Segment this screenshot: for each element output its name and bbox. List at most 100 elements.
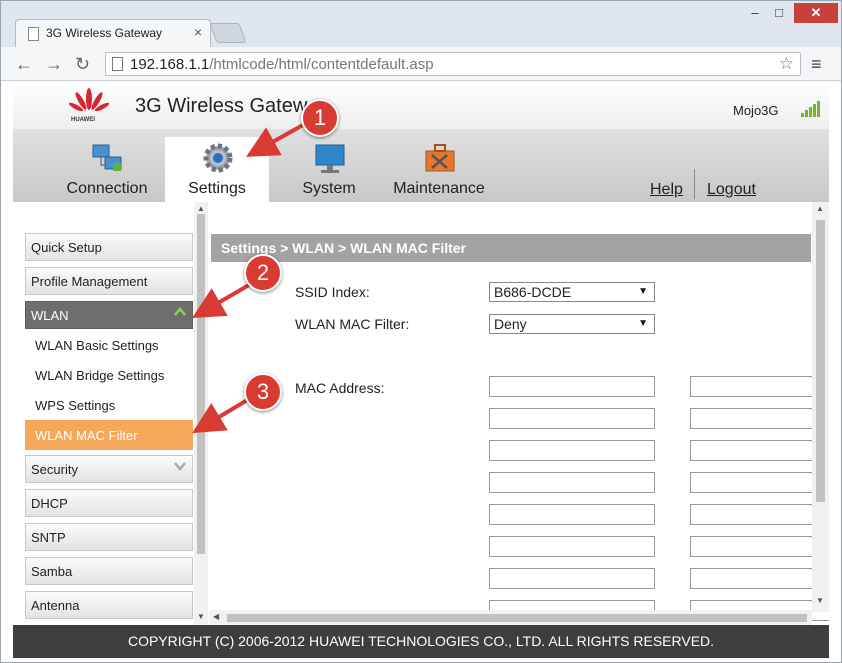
url-host: 192.168.1.1 (130, 56, 210, 73)
ssid-index-select[interactable]: B686-DCDE ▼ (489, 282, 655, 302)
page-header: HUAWEI 3G Wireless Gatew Mojo3G (13, 81, 829, 129)
forward-button[interactable]: → (45, 54, 63, 75)
sidebar-item-label: Samba (31, 564, 73, 579)
help-link[interactable]: Help (650, 181, 683, 199)
dropdown-arrow-icon: ▼ (638, 318, 648, 329)
tab-label: Connection (66, 180, 148, 197)
tab-label: Maintenance (393, 180, 485, 197)
tab-connection[interactable]: Connection (55, 137, 159, 202)
ssid-index-label: SSID Index: (295, 284, 370, 300)
url-text: 192.168.1.1/htmlcode/html/contentdefault… (130, 56, 434, 73)
mac-address-label: MAC Address: (295, 380, 385, 396)
browser-window: 3G Wireless Gateway × – □ ✕ ← → ↻ 192.16… (0, 0, 842, 663)
main-vertical-scrollbar[interactable]: ▲ ▼ (812, 202, 829, 612)
sidebar-subitem-label: WLAN Basic Settings (35, 338, 159, 353)
callout-badge-1: 1 (301, 99, 339, 137)
scroll-up-icon[interactable]: ▲ (197, 204, 205, 213)
link-divider (694, 169, 695, 199)
mac-address-input[interactable] (489, 472, 655, 493)
sidebar-item-label: WLAN (31, 308, 69, 323)
scroll-down-icon[interactable]: ▼ (816, 596, 824, 605)
main-panel: Settings > WLAN > WLAN MAC Filter SSID I… (209, 202, 829, 625)
mac-address-input[interactable] (489, 440, 655, 461)
sidebar-subitem-wlan-basic[interactable]: WLAN Basic Settings (25, 330, 193, 360)
sidebar-item-label: DHCP (31, 496, 68, 511)
main-horizontal-scrollbar[interactable]: ◀ (209, 610, 812, 625)
title-bar: 3G Wireless Gateway × – □ ✕ (1, 1, 841, 47)
wlan-mac-filter-label: WLAN MAC Filter: (295, 316, 410, 332)
signal-strength-icon (801, 99, 825, 117)
close-tab-icon[interactable]: × (194, 24, 202, 40)
callout-badge-2: 2 (244, 254, 282, 292)
scroll-up-icon[interactable]: ▲ (816, 204, 824, 213)
mac-address-input[interactable] (489, 376, 655, 397)
callout-badge-3: 3 (244, 373, 282, 411)
close-window-button[interactable]: ✕ (794, 3, 838, 23)
sidebar-subitem-label: WLAN Bridge Settings (35, 368, 165, 383)
mac-address-input[interactable] (690, 504, 829, 525)
sidebar-item-security[interactable]: Security (25, 455, 193, 483)
mac-address-input[interactable] (489, 568, 655, 589)
sidebar-subitem-wps[interactable]: WPS Settings (25, 390, 193, 420)
sidebar-item-label: Security (31, 462, 78, 477)
sidebar-scrollbar[interactable]: ▲ ▼ (194, 202, 208, 625)
sidebar-item-dhcp[interactable]: DHCP (25, 489, 193, 517)
browser-tab[interactable]: 3G Wireless Gateway × (15, 19, 211, 47)
reload-button[interactable]: ↻ (75, 54, 90, 75)
wlan-mac-filter-value: Deny (494, 316, 527, 332)
bookmark-star-icon[interactable]: ☆ (779, 54, 794, 74)
toolbox-icon (425, 144, 455, 172)
monitor-icon (315, 144, 345, 173)
sidebar-item-antenna[interactable]: Antenna (25, 591, 193, 619)
sidebar-item-sntp[interactable]: SNTP (25, 523, 193, 551)
scrollbar-thumb[interactable] (816, 220, 825, 502)
breadcrumb: Settings > WLAN > WLAN MAC Filter (211, 234, 811, 262)
footer-copyright: COPYRIGHT (C) 2006-2012 HUAWEI TECHNOLOG… (13, 625, 829, 658)
new-tab-button[interactable] (209, 23, 247, 43)
scroll-left-icon[interactable]: ◀ (213, 612, 219, 621)
dropdown-arrow-icon: ▼ (638, 286, 648, 297)
scrollbar-thumb[interactable] (197, 214, 205, 554)
tab-system[interactable]: System (277, 137, 381, 202)
browser-toolbar: ← → ↻ 192.168.1.1/htmlcode/html/contentd… (1, 47, 841, 81)
sidebar-item-quick-setup[interactable]: Quick Setup (25, 233, 193, 261)
gear-icon (203, 143, 233, 173)
address-bar[interactable]: 192.168.1.1/htmlcode/html/contentdefault… (105, 52, 801, 76)
back-button[interactable]: ← (15, 54, 33, 75)
logo-text: HUAWEI (71, 117, 95, 123)
mac-address-input[interactable] (690, 536, 829, 557)
maximize-button[interactable]: □ (769, 3, 789, 23)
sidebar-subitem-wlan-bridge[interactable]: WLAN Bridge Settings (25, 360, 193, 390)
tab-maintenance[interactable]: Maintenance (387, 137, 491, 202)
tab-label: Settings (188, 180, 246, 197)
scroll-down-icon[interactable]: ▼ (197, 612, 205, 621)
scrollbar-thumb[interactable] (227, 614, 807, 622)
chevron-up-icon (174, 307, 186, 316)
browser-menu-icon[interactable]: ≡ (811, 54, 822, 75)
ssid-index-value: B686-DCDE (494, 284, 572, 300)
tab-label: System (302, 180, 356, 197)
page-icon (112, 57, 123, 71)
sidebar: Quick Setup Profile Management WLAN WLAN… (13, 202, 209, 625)
sidebar-item-profile-management[interactable]: Profile Management (25, 267, 193, 295)
chevron-down-icon (174, 462, 186, 471)
wlan-mac-filter-select[interactable]: Deny ▼ (489, 314, 655, 334)
mac-address-input[interactable] (690, 440, 829, 461)
mac-address-input[interactable] (690, 376, 829, 397)
connection-icon (92, 144, 122, 171)
logout-link[interactable]: Logout (707, 181, 756, 199)
mac-address-input[interactable] (690, 568, 829, 589)
sidebar-item-label: SNTP (31, 530, 66, 545)
mac-address-input[interactable] (489, 408, 655, 429)
minimize-button[interactable]: – (745, 3, 765, 23)
sidebar-item-samba[interactable]: Samba (25, 557, 193, 585)
sidebar-item-wlan[interactable]: WLAN (25, 301, 193, 329)
mac-address-input[interactable] (489, 504, 655, 525)
router-page: HUAWEI 3G Wireless Gatew Mojo3G Connecti… (13, 81, 829, 658)
mac-address-input[interactable] (489, 536, 655, 557)
user-name: Mojo3G (733, 103, 779, 118)
sidebar-subitem-wlan-mac-filter[interactable]: WLAN MAC Filter (25, 420, 193, 450)
tab-settings[interactable]: Settings (165, 137, 269, 202)
mac-address-input[interactable] (690, 472, 829, 493)
mac-address-input[interactable] (690, 408, 829, 429)
